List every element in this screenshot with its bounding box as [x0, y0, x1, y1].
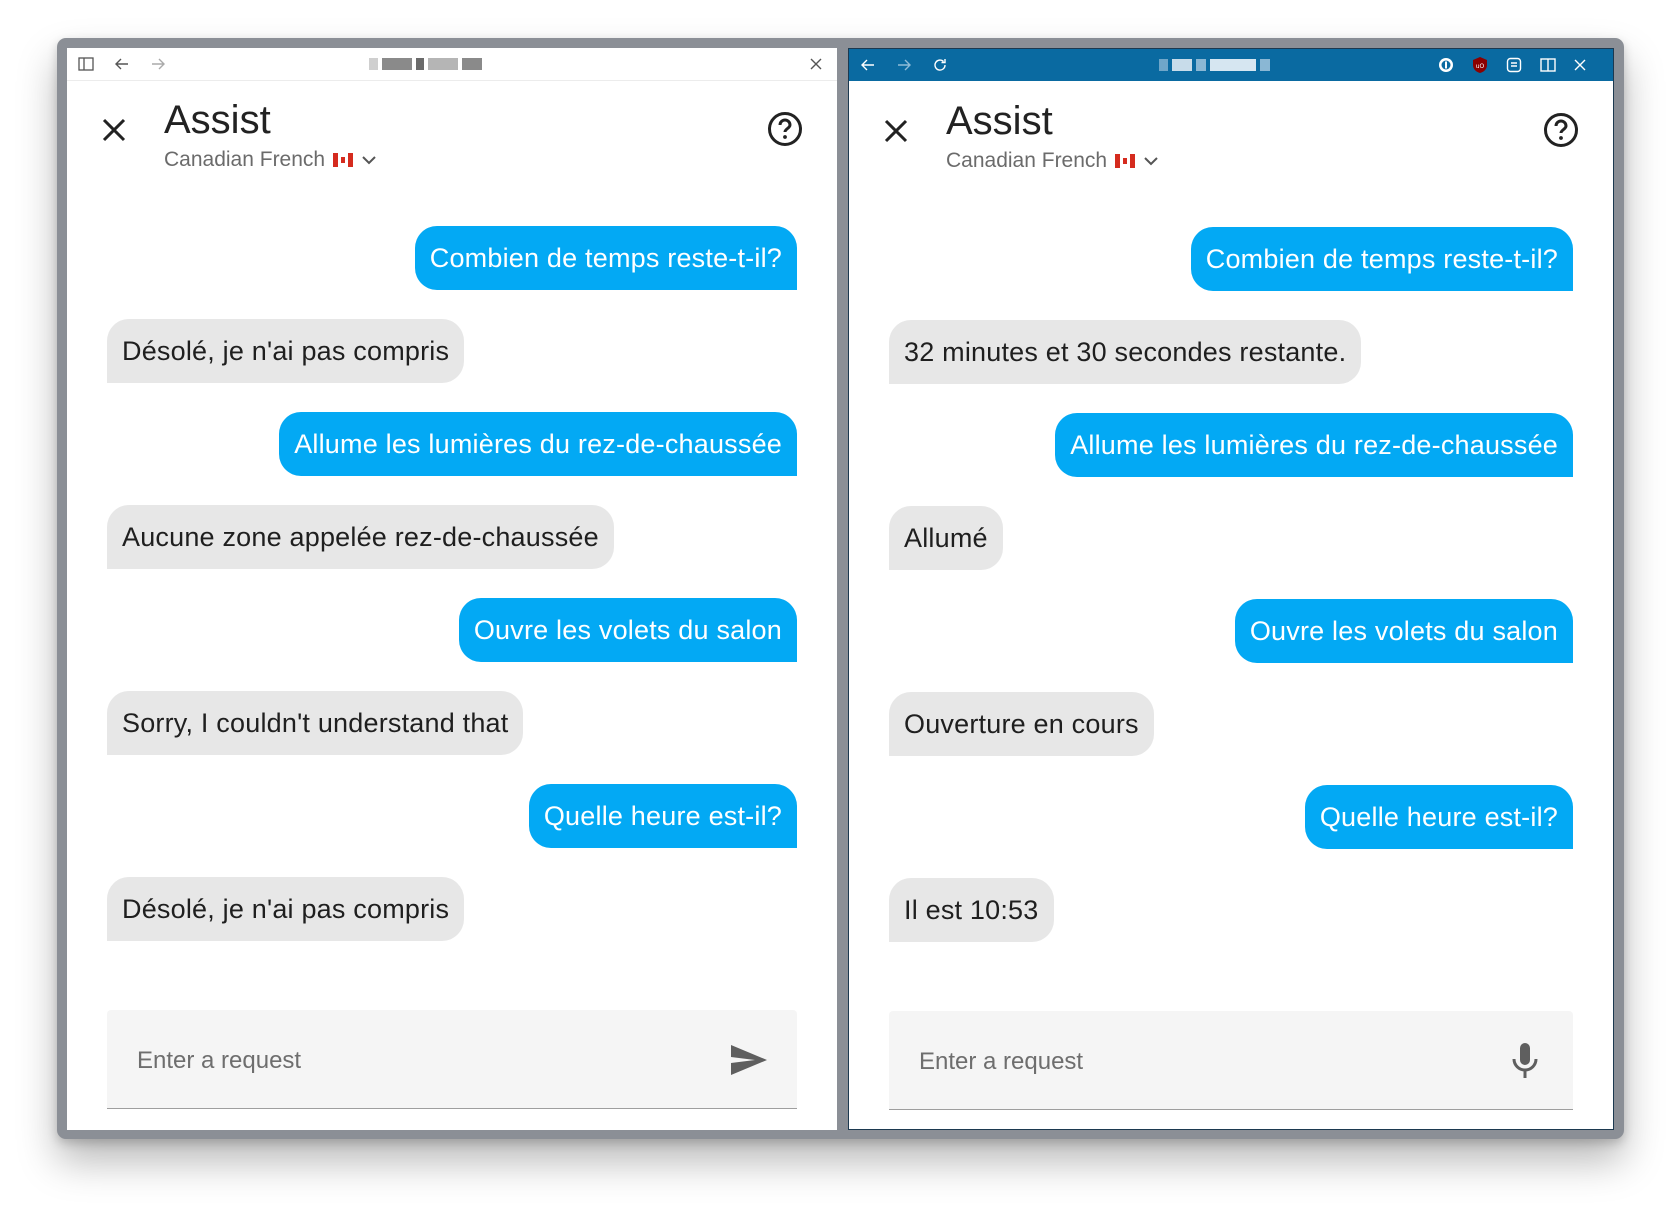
assistant-bubble: Allumé — [889, 506, 1003, 570]
user-bubble: Allume les lumières du rez-de-chaussée — [1055, 413, 1573, 477]
sidebar-toggle-icon[interactable] — [77, 55, 95, 73]
browser-window-right: uO Assist Canadian French Combien de tem… — [848, 48, 1614, 1130]
request-input[interactable] — [135, 1040, 659, 1082]
dialog-title: Assist — [164, 98, 271, 142]
assistant-message: Sorry, I couldn't understand that — [107, 691, 797, 755]
assistant-message: Ouverture en cours — [889, 692, 1573, 756]
user-message: Quelle heure est-il? — [107, 784, 797, 848]
user-message: Combien de temps reste-t-il? — [889, 227, 1573, 291]
conversation: Combien de temps reste-t-il? 32 minutes … — [889, 227, 1573, 971]
ublock-icon[interactable]: uO — [1471, 56, 1489, 74]
send-icon — [731, 1045, 767, 1075]
close-icon[interactable] — [1571, 56, 1589, 74]
browser-window-left: Assist Canadian French Combien de temps … — [67, 48, 837, 1130]
request-input-container — [889, 1011, 1573, 1110]
user-message: Allume les lumières du rez-de-chaussée — [107, 412, 797, 476]
extension-icon[interactable] — [1505, 56, 1523, 74]
language-selector[interactable]: Canadian French — [946, 149, 1159, 173]
assistant-bubble: Aucune zone appelée rez-de-chaussée — [107, 505, 614, 569]
assistant-message: Allumé — [889, 506, 1573, 570]
user-message: Ouvre les volets du salon — [107, 598, 797, 662]
help-button[interactable] — [1541, 110, 1581, 150]
user-bubble: Quelle heure est-il? — [1304, 785, 1573, 849]
assistant-bubble: Ouverture en cours — [889, 692, 1154, 756]
user-bubble: Combien de temps reste-t-il? — [1190, 227, 1573, 291]
request-input[interactable] — [917, 1041, 1441, 1083]
back-arrow-icon[interactable] — [113, 55, 131, 73]
url-bar-redacted[interactable] — [1159, 59, 1270, 71]
password-manager-icon[interactable] — [1437, 56, 1455, 74]
language-selector[interactable]: Canadian French — [164, 148, 377, 172]
assistant-bubble: Désolé, je n'ai pas compris — [107, 877, 465, 941]
user-bubble: Ouvre les volets du salon — [1234, 599, 1573, 663]
assistant-bubble: Sorry, I couldn't understand that — [107, 691, 524, 755]
chevron-down-icon — [1144, 157, 1158, 166]
user-message: Allume les lumières du rez-de-chaussée — [889, 413, 1573, 477]
assist-dialog-header: Assist Canadian French — [67, 80, 837, 180]
assistant-message: Il est 10:53 — [889, 878, 1573, 942]
help-circle-icon — [1544, 113, 1578, 147]
user-bubble: Allume les lumières du rez-de-chaussée — [279, 412, 797, 476]
language-label: Canadian French — [164, 148, 326, 171]
assistant-message: Aucune zone appelée rez-de-chaussée — [107, 505, 797, 569]
back-arrow-icon[interactable] — [859, 56, 877, 74]
request-input-container — [107, 1010, 797, 1109]
dialog-title: Assist — [946, 99, 1053, 143]
browser-toolbar: uO — [849, 49, 1613, 81]
assistant-bubble: 32 minutes et 30 secondes restante. — [889, 320, 1362, 384]
assistant-message: Désolé, je n'ai pas compris — [107, 877, 797, 941]
assist-dialog-header: Assist Canadian French — [849, 81, 1613, 181]
help-button[interactable] — [765, 109, 805, 149]
forward-arrow-icon[interactable] — [895, 56, 913, 74]
close-dialog-button[interactable] — [881, 116, 911, 146]
svg-text:uO: uO — [1476, 63, 1485, 70]
url-bar-redacted[interactable] — [369, 58, 482, 70]
reload-icon[interactable] — [931, 56, 949, 74]
close-dialog-button[interactable] — [99, 115, 129, 145]
canada-flag-icon — [333, 153, 354, 167]
assistant-message: 32 minutes et 30 secondes restante. — [889, 320, 1573, 384]
forward-arrow-icon[interactable] — [149, 55, 167, 73]
assistant-bubble: Il est 10:53 — [889, 878, 1054, 942]
canada-flag-icon — [1115, 154, 1136, 168]
help-circle-icon — [768, 112, 802, 146]
assistant-bubble: Désolé, je n'ai pas compris — [107, 319, 465, 383]
user-message: Quelle heure est-il? — [889, 785, 1573, 849]
user-bubble: Combien de temps reste-t-il? — [414, 226, 797, 290]
close-icon[interactable] — [807, 55, 825, 73]
send-button[interactable] — [727, 1038, 771, 1082]
microphone-icon — [1512, 1043, 1538, 1078]
close-icon — [884, 119, 908, 143]
assistant-message: Désolé, je n'ai pas compris — [107, 319, 797, 383]
microphone-button[interactable] — [1503, 1039, 1547, 1083]
conversation: Combien de temps reste-t-il? Désolé, je … — [107, 226, 797, 970]
browser-toolbar — [67, 48, 837, 81]
user-message: Ouvre les volets du salon — [889, 599, 1573, 663]
chevron-down-icon — [362, 156, 376, 165]
close-icon — [102, 118, 126, 142]
split-view-icon[interactable] — [1539, 56, 1557, 74]
user-message: Combien de temps reste-t-il? — [107, 226, 797, 290]
user-bubble: Ouvre les volets du salon — [458, 598, 797, 662]
language-label: Canadian French — [946, 149, 1108, 172]
user-bubble: Quelle heure est-il? — [528, 784, 797, 848]
